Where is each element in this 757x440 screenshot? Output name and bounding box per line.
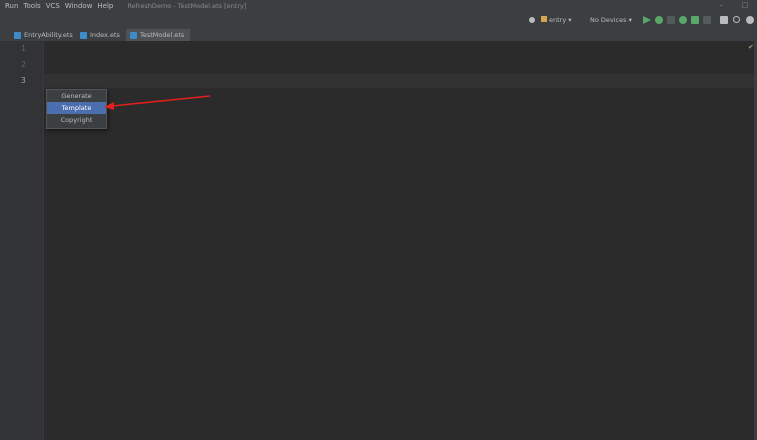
annotation-arrow: [104, 95, 211, 110]
arrow-shaft: [111, 95, 211, 107]
arrow-head: [104, 102, 114, 110]
